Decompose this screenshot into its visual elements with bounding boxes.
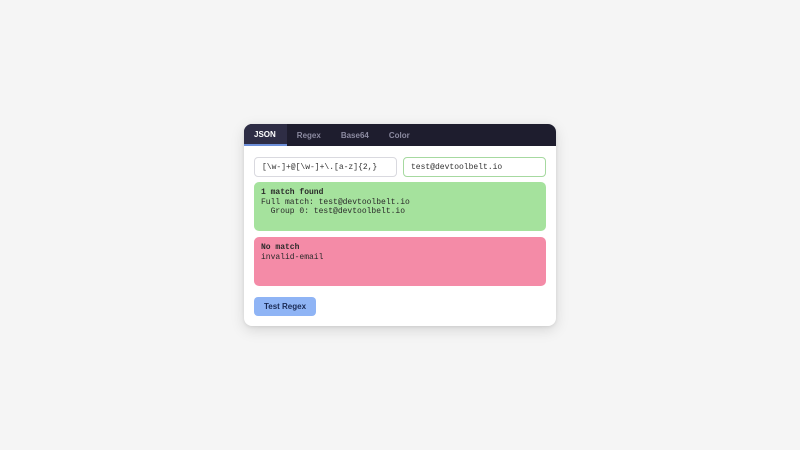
regex-pattern-input[interactable] [254,157,397,177]
full-match-line: Full match: test@devtoolbelt.io [261,197,410,207]
no-match-input-line: invalid-email [261,252,324,262]
group-line: Group 0: test@devtoolbelt.io [261,207,406,216]
tab-json[interactable]: JSON [244,124,287,146]
regex-tool-card: JSON Regex Base64 Color 1 match foundFul… [244,124,556,326]
tab-bar: JSON Regex Base64 Color [244,124,556,146]
tab-regex[interactable]: Regex [287,124,331,146]
test-string-input[interactable] [403,157,546,177]
regex-inputs [254,157,546,177]
no-match-heading: No match [261,243,300,252]
tab-color[interactable]: Color [379,124,420,146]
match-result-panel: 1 match found Full match: test@devtoolbel… [254,182,546,231]
tab-base64[interactable]: Base64 [331,124,379,146]
match-heading: 1 match found [261,188,324,197]
no-match-result-panel: No match invalid-email [254,237,546,286]
test-regex-button[interactable]: Test Regex [254,297,316,316]
